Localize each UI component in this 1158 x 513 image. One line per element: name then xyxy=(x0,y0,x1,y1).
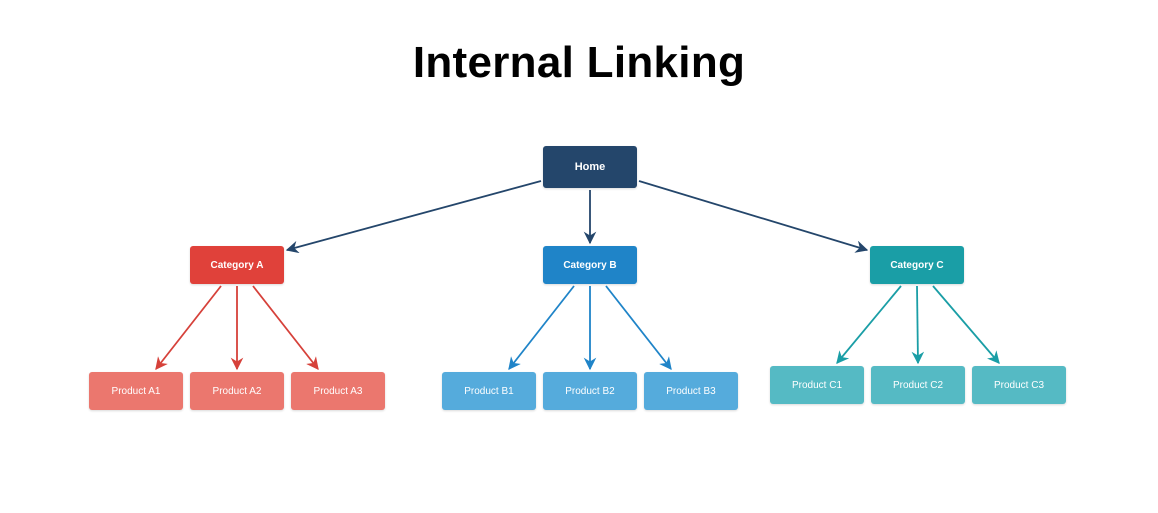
home-node[interactable]: Home xyxy=(543,146,637,188)
arrow-category-b-to-product-b1 xyxy=(508,285,575,370)
product-a1-node[interactable]: Product A1 xyxy=(89,372,183,410)
arrow-category-a-to-product-a3 xyxy=(252,285,319,370)
category-c-node[interactable]: Category C xyxy=(870,246,964,284)
product-a3-node[interactable]: Product A3 xyxy=(291,372,385,410)
product-b2-node[interactable]: Product B2 xyxy=(543,372,637,410)
product-c3-node[interactable]: Product C3 xyxy=(972,366,1066,404)
product-c1-node[interactable]: Product C1 xyxy=(770,366,864,404)
arrow-category-c-to-product-c2 xyxy=(911,285,925,365)
product-b3-node[interactable]: Product B3 xyxy=(644,372,738,410)
arrow-category-c-to-product-c3 xyxy=(932,285,1000,364)
arrow-category-c-to-product-c1 xyxy=(836,285,902,364)
category-b-node[interactable]: Category B xyxy=(543,246,637,284)
arrow-category-b-to-product-b3 xyxy=(605,285,672,370)
arrow-home-to-category-a xyxy=(285,180,542,254)
category-a-node[interactable]: Category A xyxy=(190,246,284,284)
product-b1-node[interactable]: Product B1 xyxy=(442,372,536,410)
arrow-category-a-to-product-a1 xyxy=(155,285,222,370)
arrow-home-to-category-c xyxy=(638,180,869,253)
product-a2-node[interactable]: Product A2 xyxy=(190,372,284,410)
product-c2-node[interactable]: Product C2 xyxy=(871,366,965,404)
